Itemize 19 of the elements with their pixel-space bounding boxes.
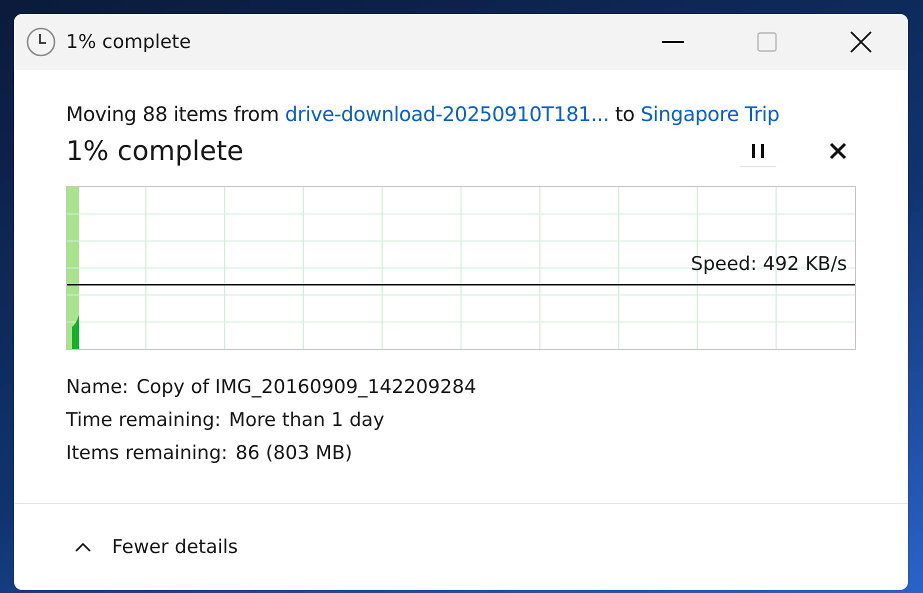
close-icon — [829, 142, 847, 160]
close-icon — [850, 31, 872, 53]
destination-folder-link[interactable]: Singapore Trip — [640, 102, 780, 126]
speed-reading: Speed: 492 KB/s — [690, 253, 847, 275]
source-folder-link[interactable]: drive-download-20250910T181... — [285, 102, 610, 126]
details-toggle[interactable]: Fewer details — [74, 536, 238, 558]
transfer-summary: Moving 88 items from drive-download-20250910T181... to Singapore Trip — [66, 102, 780, 126]
detail-value: More than 1 day — [228, 409, 384, 431]
minimize-icon — [662, 40, 684, 44]
maximize-icon — [757, 32, 777, 52]
progress-heading: 1% complete — [66, 136, 245, 166]
window-title: 1% complete — [66, 31, 192, 53]
pause-icon — [751, 142, 765, 158]
clock-icon — [26, 27, 56, 57]
detail-label: Name: — [66, 376, 128, 398]
detail-value: 86 (803 MB) — [236, 442, 352, 464]
detail-value: Copy of IMG_20160909_142209284 — [136, 376, 476, 398]
detail-label: Time remaining: — [66, 409, 221, 431]
detail-label: Items remaining: — [66, 442, 228, 464]
